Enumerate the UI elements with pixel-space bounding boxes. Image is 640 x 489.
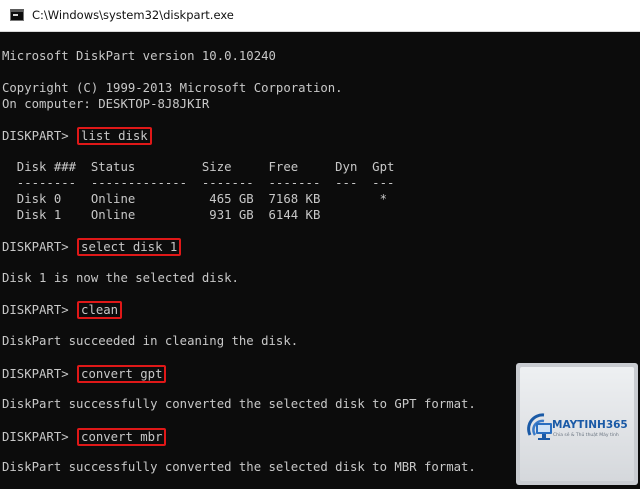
- prompt-line-clean: DISKPART> clean: [2, 301, 123, 319]
- watermark: MAYTINH365 Chia sẻ & Thủ thuật Máy tính: [516, 363, 638, 485]
- gpt-message: DiskPart successfully converted the sele…: [2, 397, 476, 411]
- prompt: DISKPART>: [2, 430, 77, 444]
- table-row-disk-1: Disk 1 Online 931 GB 6144 KB: [2, 208, 321, 222]
- prompt-line-convert-mbr: DISKPART> convert mbr: [2, 428, 167, 446]
- watermark-card: MAYTINH365 Chia sẻ & Thủ thuật Máy tính: [520, 367, 634, 481]
- prompt-line-list: DISKPART> list disk: [2, 127, 152, 145]
- table-row-disk-0: Disk 0 Online 465 GB 7168 KB *: [2, 192, 387, 206]
- version-line: Microsoft DiskPart version 10.0.10240: [2, 49, 276, 63]
- command-select-disk: select disk 1: [77, 238, 182, 256]
- prompt: DISKPART>: [2, 367, 77, 381]
- prompt: DISKPART>: [2, 129, 77, 143]
- title-bar[interactable]: C:\Windows\system32\diskpart.exe: [0, 0, 640, 32]
- table-separator: -------- ------------- ------- ------- -…: [2, 176, 395, 190]
- clean-message: DiskPart succeeded in cleaning the disk.: [2, 334, 299, 348]
- mbr-message: DiskPart successfully converted the sele…: [2, 460, 476, 474]
- command-list-disk: list disk: [77, 127, 152, 145]
- command-clean: clean: [77, 301, 123, 319]
- command-convert-mbr: convert mbr: [77, 428, 167, 446]
- command-convert-gpt: convert gpt: [77, 365, 167, 383]
- watermark-tagline: Chia sẻ & Thủ thuật Máy tính: [553, 433, 619, 438]
- prompt: DISKPART>: [2, 303, 77, 317]
- prompt-line-convert-gpt: DISKPART> convert gpt: [2, 365, 167, 383]
- computer-line: On computer: DESKTOP-8J8JKIR: [2, 97, 210, 111]
- prompt: DISKPART>: [2, 240, 77, 254]
- watermark-brand: MAYTINH365: [552, 419, 628, 431]
- prompt-line-select: DISKPART> select disk 1: [2, 238, 182, 256]
- selected-message: Disk 1 is now the selected disk.: [2, 271, 239, 285]
- console-app-icon: [10, 9, 24, 21]
- copyright-line: Copyright (C) 1999-2013 Microsoft Corpor…: [2, 81, 343, 95]
- table-header: Disk ### Status Size Free Dyn Gpt: [2, 160, 395, 174]
- window-title: C:\Windows\system32\diskpart.exe: [32, 8, 234, 22]
